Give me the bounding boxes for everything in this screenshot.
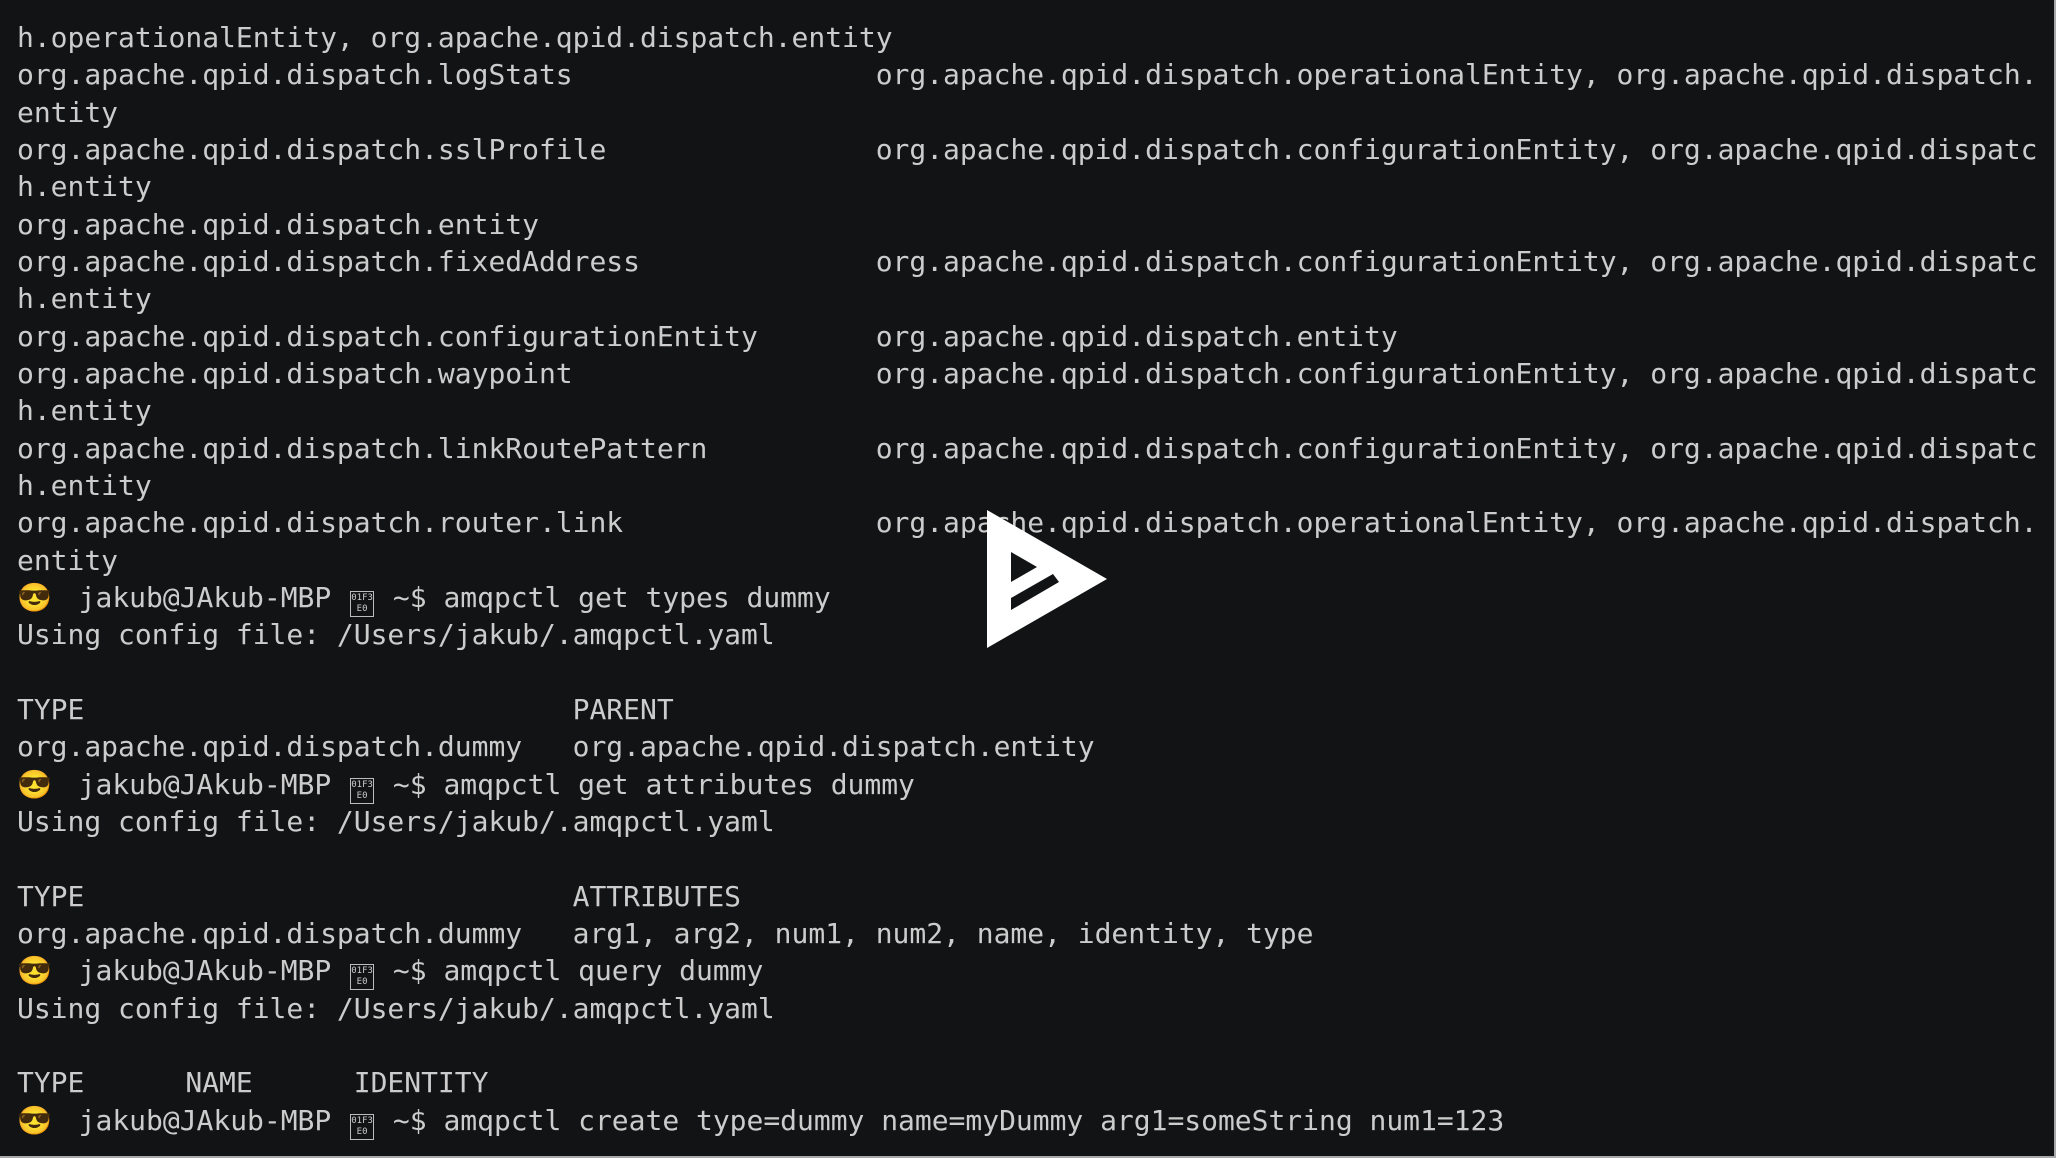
output-line: org.apache.qpid.dispatch.sslProfile org.… [17, 132, 2038, 166]
play-button[interactable] [987, 510, 1109, 648]
sunglasses-emoji-icon: 😎 [17, 1103, 52, 1137]
output-line: TYPE NAME IDENTITY [17, 1066, 489, 1100]
output-line: org.apache.qpid.dispatch.linkRoutePatter… [17, 431, 2038, 465]
output-line: h.entity [17, 170, 152, 204]
output-line: org.apache.qpid.dispatch.configurationEn… [17, 319, 1398, 353]
command-text: amqpctl query dummy [443, 954, 764, 988]
output-line: entity [17, 95, 119, 129]
prompt-cwd: ~$ [376, 767, 444, 801]
output-line: h.entity [17, 394, 152, 428]
output-line: h.entity [17, 282, 152, 316]
output-line: org.apache.qpid.dispatch.waypoint org.ap… [17, 356, 2038, 390]
output-line: TYPE PARENT [17, 692, 674, 726]
output-line: TYPE ATTRIBUTES [17, 879, 742, 913]
command-text: amqpctl get attributes dummy [443, 767, 915, 801]
output-line: h.operationalEntity, org.apache.qpid.dis… [17, 21, 893, 54]
sunglasses-emoji-icon: 😎 [17, 767, 52, 801]
prompt-cwd: ~$ [376, 1103, 444, 1137]
prompt-user-host: jakub@JAkub-MBP [45, 954, 349, 988]
prompt-user-host: jakub@JAkub-MBP [45, 580, 349, 614]
output-line: Using config file: /Users/jakub/.amqpctl… [17, 991, 775, 1025]
output-line: org.apache.qpid.dispatch.entity [17, 207, 539, 241]
prompt-user-host: jakub@JAkub-MBP [45, 767, 349, 801]
house-icon: 01F3E0 [350, 590, 375, 617]
prompt-line: 😎 jakub@JAkub-MBP 01F3E0 ~$ amqpctl crea… [17, 1102, 2038, 1140]
house-icon: 01F3E0 [350, 1113, 375, 1140]
terminal-player[interactable]: h.operationalEntity, org.apache.qpid.dis… [0, 0, 2056, 1158]
output-line: h.entity [17, 468, 152, 502]
prompt-cwd: ~$ [376, 954, 444, 988]
output-line: org.apache.qpid.dispatch.dummy org.apach… [17, 730, 1095, 764]
command-text: amqpctl get types dummy [443, 580, 831, 614]
output-line: org.apache.qpid.dispatch.dummy arg1, arg… [17, 916, 1314, 950]
output-line: org.apache.qpid.dispatch.logStats org.ap… [17, 58, 2038, 92]
prompt-line: 😎 jakub@JAkub-MBP 01F3E0 ~$ amqpctl quer… [17, 952, 2038, 991]
asciinema-play-icon [987, 510, 1107, 648]
house-icon: 01F3E0 [350, 964, 375, 991]
output-line: org.apache.qpid.dispatch.fixedAddress or… [17, 244, 2038, 278]
prompt-cwd: ~$ [376, 580, 444, 614]
sunglasses-emoji-icon: 😎 [17, 954, 52, 988]
sunglasses-emoji-icon: 😎 [17, 580, 52, 614]
prompt-user-host: jakub@JAkub-MBP [45, 1103, 349, 1137]
prompt-line: 😎 jakub@JAkub-MBP 01F3E0 ~$ amqpctl get … [17, 766, 2038, 804]
house-icon: 01F3E0 [350, 777, 375, 804]
output-line: Using config file: /Users/jakub/.amqpctl… [17, 804, 775, 838]
command-text: amqpctl create type=dummy name=myDummy a… [443, 1103, 1505, 1137]
